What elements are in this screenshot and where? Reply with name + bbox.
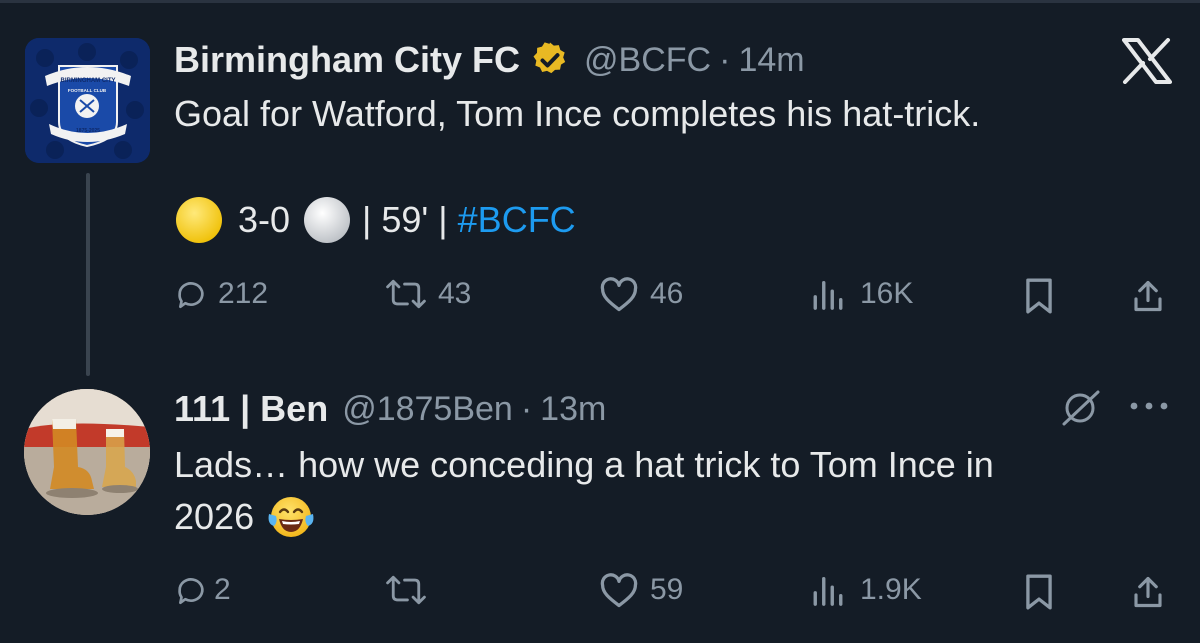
x-logo-icon[interactable]	[1122, 38, 1172, 84]
reply-repost-button[interactable]	[384, 568, 438, 612]
more-options-button[interactable]	[1128, 398, 1170, 419]
logo-text-top: BIRMINGHAM CITY	[61, 78, 116, 84]
like-count: 46	[650, 277, 684, 310]
reply-views-button[interactable]: 1.9K	[806, 568, 922, 612]
ben-avatar[interactable]	[24, 389, 150, 515]
beer-boots-photo	[24, 389, 150, 515]
reply-reply-button[interactable]: 2	[174, 568, 231, 612]
reply-time[interactable]: 13m	[540, 390, 606, 429]
bookmark-icon	[1026, 278, 1052, 314]
more-dots-icon	[1130, 402, 1168, 410]
meta-separator: ·	[719, 40, 731, 79]
logo-text-mid: FOOTBALL CLUB	[68, 88, 107, 93]
score-line: 3-0 | 59' | #BCFC	[174, 194, 576, 246]
repost-count: 43	[438, 277, 472, 310]
heart-icon	[600, 573, 638, 608]
score-text: 3-0	[238, 199, 291, 240]
like-button[interactable]: 46	[598, 272, 683, 316]
views-button[interactable]: 16K	[806, 272, 913, 316]
post-header: Birmingham City FC @BCFC · 14m	[174, 38, 805, 82]
reply-share-button[interactable]	[1130, 570, 1166, 614]
hashtag-link[interactable]: #BCFC	[458, 194, 576, 246]
author-name[interactable]: Birmingham City FC	[174, 39, 520, 81]
author-handle[interactable]: @BCFC	[584, 41, 711, 80]
views-count: 16K	[860, 277, 914, 310]
post-text: Goal for Watford, Tom Ince completes his…	[174, 93, 981, 134]
bookmark-button[interactable]	[1022, 274, 1056, 318]
repost-icon	[386, 279, 426, 309]
verified-badge-icon	[530, 40, 570, 80]
reply-button[interactable]: 212	[174, 272, 268, 316]
repost-button[interactable]: 43	[384, 272, 471, 316]
thread-connector	[86, 173, 90, 376]
reply-bookmark-button[interactable]	[1022, 570, 1056, 614]
logo-text-bottom: 1875-2025	[76, 128, 100, 134]
bookmark-icon	[1026, 574, 1052, 610]
reply-author-name[interactable]: 111 | Ben	[174, 388, 328, 430]
grok-button[interactable]	[1058, 386, 1102, 435]
bcfc-crest-logo: BIRMINGHAM CITY FOOTBALL CLUB 1875-2025	[25, 38, 150, 163]
views-icon	[813, 576, 843, 606]
share-icon	[1134, 576, 1162, 608]
views-icon	[813, 280, 843, 310]
post-time[interactable]: 14m	[738, 41, 804, 80]
reply-text-line2: 2026	[174, 496, 255, 537]
reply-meta-separator: ·	[520, 389, 533, 428]
reply-like-button[interactable]: 59	[598, 568, 683, 612]
white-circle-icon	[304, 197, 351, 243]
top-divider	[0, 0, 1200, 3]
share-icon	[1134, 280, 1162, 312]
repost-icon	[386, 575, 426, 605]
share-button[interactable]	[1130, 274, 1166, 318]
reply-icon	[178, 578, 204, 605]
reply-text-line2-wrap: 2026	[174, 491, 316, 543]
reply-views-count: 1.9K	[860, 573, 922, 606]
bcfc-avatar[interactable]: BIRMINGHAM CITY FOOTBALL CLUB 1875-2025	[25, 38, 150, 163]
heart-icon	[600, 277, 638, 312]
yellow-circle-icon	[176, 197, 222, 243]
grok-icon	[1062, 390, 1100, 426]
reply-header: 111 | Ben @1875Ben · 13m	[174, 387, 606, 431]
reply-count: 212	[218, 277, 269, 310]
reply-icon	[178, 282, 204, 309]
reply-text-line1: Lads… how we conceding a hat trick to To…	[174, 444, 994, 485]
tears-of-joy-emoji-icon	[268, 497, 314, 537]
reply-author-handle[interactable]: @1875Ben	[342, 390, 513, 429]
reply-like-count: 59	[650, 573, 684, 606]
reply-reply-count: 2	[214, 573, 231, 606]
minute-text: | 59' |	[362, 199, 448, 240]
